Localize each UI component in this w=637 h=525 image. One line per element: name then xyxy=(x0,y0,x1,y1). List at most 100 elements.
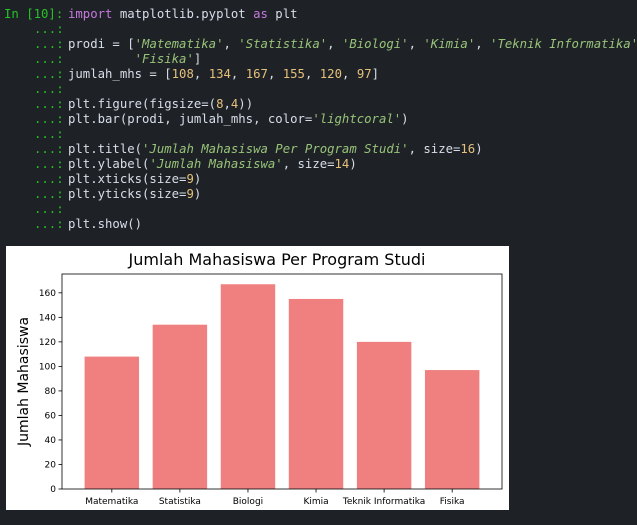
code-token: 16 xyxy=(460,142,476,156)
bar xyxy=(288,298,344,489)
code-line: In [10]: import matplotlib.pyplot as plt xyxy=(0,7,637,22)
code-token: plt.yticks(size= xyxy=(68,187,187,201)
code-text: prodi = ['Matematika', 'Statistika', 'Bi… xyxy=(68,37,637,52)
code-line: ...: jumlah_mhs = [108, 134, 167, 155, 12… xyxy=(0,67,637,82)
code-token: ) xyxy=(349,157,357,171)
code-token: 14 xyxy=(334,157,350,171)
code-token: 'lightcoral' xyxy=(312,112,402,126)
continuation-prompt: ...: xyxy=(34,127,64,141)
code-line: ...: plt.figure(figsize=(8,4)) xyxy=(0,97,637,112)
code-line: ...: plt.yticks(size=9) xyxy=(0,187,637,202)
code-token: prodi = [ xyxy=(68,37,135,51)
x-axis: Matematika Statistika Biologi Kimia Teknik I… xyxy=(85,489,465,507)
code-token: 'Teknik Informatika' xyxy=(490,37,637,51)
code-token: , xyxy=(408,37,424,51)
code-token: , size= xyxy=(408,142,461,156)
x-tick-label: Fisika xyxy=(440,497,465,507)
code-token: 120 xyxy=(319,67,342,81)
bar xyxy=(424,370,480,489)
code-text: plt.title('Jumlah Mahasiswa Per Program … xyxy=(68,142,483,157)
code-text: plt.figure(figsize=(8,4)) xyxy=(68,97,253,112)
bar xyxy=(220,284,276,489)
code-token: 9 xyxy=(186,172,194,186)
continuation-prompt: ...: xyxy=(34,172,64,186)
code-token: 'Jumlah Mahasiswa' xyxy=(149,157,283,171)
bar-chart: Jumlah Mahasiswa Per Program Studi Jumla… xyxy=(16,250,503,507)
code-token: 134 xyxy=(208,67,231,81)
code-token: plt.show() xyxy=(68,217,143,231)
code-token: , xyxy=(193,67,209,81)
code-token: 155 xyxy=(282,67,305,81)
continuation-prompt: ...: xyxy=(34,142,64,156)
x-tick-label: Biologi xyxy=(233,497,263,507)
code-line: ...: prodi = ['Matematika', 'Statistika',… xyxy=(0,37,637,52)
code-text: plt.xticks(size=9) xyxy=(68,172,201,187)
code-token: import xyxy=(68,7,113,21)
y-tick-label: 120 xyxy=(39,338,56,348)
code-token: matplotlib.pyplot xyxy=(112,7,254,21)
continuation-prompt: ...: xyxy=(34,217,64,231)
bar xyxy=(152,324,208,489)
x-tick-label: Matematika xyxy=(85,497,138,507)
continuation-prompt: ...: xyxy=(34,187,64,201)
code-token: , xyxy=(223,97,231,111)
bar xyxy=(356,341,412,489)
code-token: jumlah_mhs = [ xyxy=(68,67,172,81)
code-text: jumlah_mhs = [108, 134, 167, 155, 120, 9… xyxy=(68,67,379,82)
code-token: ] xyxy=(371,67,380,81)
y-tick-label: 140 xyxy=(39,313,56,323)
bars-group xyxy=(84,284,480,489)
code-token: ) xyxy=(401,112,409,126)
code-token: , xyxy=(223,37,239,51)
y-tick-label: 20 xyxy=(45,460,57,470)
code-token: ) xyxy=(475,142,483,156)
code-token: , xyxy=(267,67,283,81)
continuation-prompt: ...: xyxy=(34,67,64,81)
continuation-prompt: ...: xyxy=(34,52,64,66)
code-line: ...: plt.xticks(size=9) xyxy=(0,172,637,187)
y-tick-label: 40 xyxy=(45,436,57,446)
code-token: plt.bar(prodi, jumlah_mhs, color= xyxy=(68,112,313,126)
code-token: plt.title( xyxy=(68,142,143,156)
y-tick-label: 160 xyxy=(39,289,56,299)
y-tick-label: 60 xyxy=(45,411,57,421)
y-tick-label: 100 xyxy=(39,362,56,372)
x-tick-label: Statistika xyxy=(159,497,201,507)
continuation-prompt: ...: xyxy=(34,112,64,126)
code-line: ...: xyxy=(0,82,637,97)
bar xyxy=(84,356,140,489)
code-token: , xyxy=(230,67,246,81)
code-token: )) xyxy=(238,97,254,111)
code-token: , xyxy=(342,67,357,81)
code-token: , xyxy=(304,67,320,81)
code-token: as xyxy=(253,7,268,21)
y-tick-label: 0 xyxy=(50,485,56,495)
continuation-prompt: ...: xyxy=(34,37,64,51)
code-line: ...: plt.bar(prodi, jumlah_mhs, color='li… xyxy=(0,112,637,127)
x-tick-label: Kimia xyxy=(303,497,328,507)
code-cell[interactable]: In [10]: import matplotlib.pyplot as plt.… xyxy=(0,0,637,232)
y-axis: 0 20 40 60 80 100 120 140 160 xyxy=(39,289,62,495)
code-line: ...: plt.title('Jumlah Mahasiswa Per Prog… xyxy=(0,142,637,157)
code-line: ...: 'Fisika'] xyxy=(0,52,637,67)
y-tick-label: 80 xyxy=(45,387,57,397)
code-text: 'Fisika'] xyxy=(68,52,202,67)
code-token: 'Statistika' xyxy=(238,37,328,51)
code-line: ...: plt.show() xyxy=(0,217,637,232)
x-tick-label: Teknik Informatika xyxy=(342,497,425,507)
code-token: 9 xyxy=(186,187,194,201)
continuation-prompt: ...: xyxy=(34,22,64,36)
code-token: , xyxy=(475,37,491,51)
chart-ylabel: Jumlah Mahasiswa xyxy=(16,317,32,447)
code-text: plt.show() xyxy=(68,217,142,232)
continuation-prompt: ...: xyxy=(34,157,64,171)
code-token: 'Biologi' xyxy=(341,37,409,51)
code-line: ...: xyxy=(0,22,637,37)
continuation-prompt: ...: xyxy=(34,82,64,96)
continuation-prompt: ...: xyxy=(34,97,64,111)
code-token: 'Jumlah Mahasiswa Per Program Studi' xyxy=(142,142,409,156)
code-text: import matplotlib.pyplot as plt xyxy=(68,7,298,22)
input-prompt: In [10]: xyxy=(4,7,64,21)
code-token: 97 xyxy=(356,67,372,81)
chart-output: Jumlah Mahasiswa Per Program Studi Jumla… xyxy=(6,246,509,510)
